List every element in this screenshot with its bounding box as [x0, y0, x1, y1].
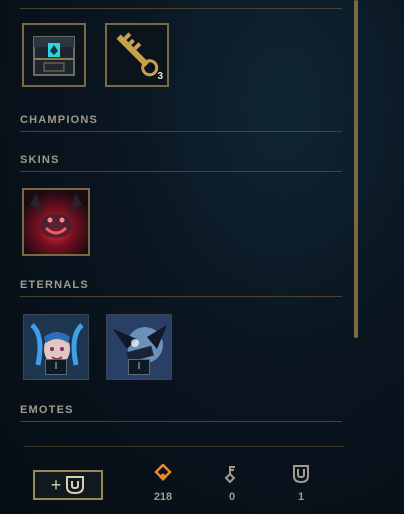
divider	[20, 296, 342, 297]
section-emotes-title: EMOTES	[20, 404, 74, 416]
hextech-key-tile[interactable]: 3	[105, 23, 169, 87]
skin-shard-tile[interactable]	[22, 188, 90, 256]
eternal-level-badge: I	[45, 359, 67, 375]
divider	[24, 446, 344, 447]
key-count: 3	[157, 71, 163, 82]
chest-icon	[66, 476, 85, 494]
add-chest-button[interactable]: +	[33, 470, 103, 500]
scrollbar-thumb[interactable]	[354, 0, 358, 338]
skin-art-icon	[24, 190, 88, 254]
divider	[20, 8, 342, 9]
divider	[20, 131, 342, 132]
section-skins-title: SKINS	[20, 154, 60, 166]
key-fragment-icon	[224, 466, 236, 484]
hextech-chest-tile[interactable]	[22, 23, 86, 87]
key-fragment-counter: 0	[212, 464, 252, 503]
orange-essence-icon	[154, 463, 172, 481]
orange-essence-counter: 218	[143, 463, 183, 503]
chest-counter: 1	[281, 464, 321, 503]
loot-panel: 3 CHAMPIONS SKINS ETERNALS I I EMOTES + …	[0, 0, 404, 514]
eternal-tile-2[interactable]: I	[106, 314, 172, 380]
eternal-level-badge: I	[128, 359, 150, 375]
loot-footer: + 218 0 1	[0, 446, 404, 514]
chest-icon	[293, 465, 309, 484]
orange-essence-value: 218	[153, 491, 173, 503]
divider	[20, 421, 342, 422]
chest-icon	[33, 36, 75, 76]
divider	[20, 171, 342, 172]
chest-count-value: 1	[297, 491, 305, 503]
section-eternals-title: ETERNALS	[20, 279, 89, 291]
key-fragment-value: 0	[228, 491, 236, 503]
plus-icon: +	[50, 474, 62, 495]
eternal-tile-1[interactable]: I	[23, 314, 89, 380]
section-champions-title: CHAMPIONS	[20, 114, 99, 126]
